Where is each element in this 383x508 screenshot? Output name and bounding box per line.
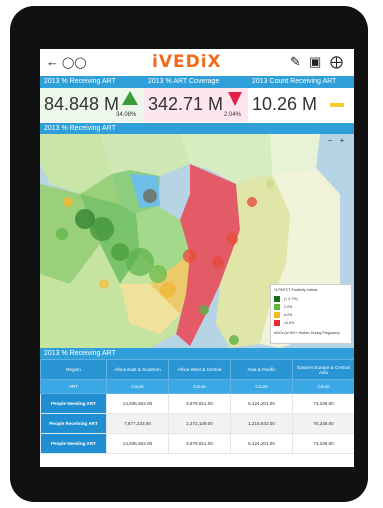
row-label: People Receiving ART: [40, 413, 107, 434]
table-row[interactable]: People Receiving ART 7,677,233.00 1,272,…: [40, 413, 354, 434]
subheader-cell: Count: [230, 379, 293, 394]
data-table: Region Africa East & Southern Africa Wes…: [40, 359, 354, 454]
row-label: People Needing ART: [40, 393, 107, 414]
table-title: 2013 % Receiving ART: [40, 348, 354, 359]
table-cell: 4,979,921.00: [168, 393, 231, 414]
table-corner: Region: [40, 359, 107, 380]
table-row[interactable]: People Needing ART 14,935,502.00 4,979,9…: [40, 433, 354, 454]
column-header[interactable]: Africa West & Central: [168, 359, 231, 380]
subheader-cell: Count: [292, 379, 354, 394]
table-header-row: Region Africa East & Southern Africa Wes…: [40, 359, 354, 380]
kpi-card-art-coverage[interactable]: 342.71 M 2.04%: [144, 88, 248, 122]
table-cell: 1,215,642.00: [230, 413, 293, 434]
table-cell: 14,935,502.00: [106, 433, 169, 454]
app-header: ← ◯◯ iVEDiX ✎ ▣ ⨁: [40, 49, 354, 77]
table-cell: 73,239.00: [292, 433, 354, 454]
table-cell: 4,979,921.00: [168, 433, 231, 454]
zoom-in-button[interactable]: +: [338, 137, 346, 145]
app-screen: ← ◯◯ iVEDiX ✎ ▣ ⨁ 2013 % Receiving ART 2…: [40, 49, 354, 467]
settings-icon[interactable]: ⨁: [330, 54, 343, 70]
arrow-up-icon: [122, 91, 138, 105]
table-cell: 1,272,139.00: [168, 413, 231, 434]
column-header[interactable]: Eastern Europe & Central Asia: [292, 359, 354, 380]
map-legend: % PMTCT Positivity Infants (< 2.7%) 2.0%…: [270, 284, 352, 344]
app-logo: iVEDiX: [152, 52, 222, 72]
legend-item: (< 2.7%): [274, 296, 350, 303]
kpi-delta: 34.08%: [116, 112, 137, 118]
zoom-out-button[interactable]: −: [326, 137, 334, 145]
legend-item: 10.0%: [274, 320, 350, 327]
flat-trend-icon: [330, 103, 344, 107]
pencil-icon[interactable]: ✎: [290, 54, 301, 70]
map-title: 2013 % Receiving ART: [40, 123, 354, 134]
kpi-title-receiving-art: 2013 % Receiving ART: [40, 76, 144, 88]
table-cell: 5,124,201.00: [230, 393, 293, 414]
legend-title: % PMTCT Positivity Infants: [274, 288, 318, 292]
legend-item: 2.0%: [274, 304, 350, 311]
table-row[interactable]: People Needing ART 14,935,502.00 4,979,9…: [40, 393, 354, 414]
table-cell: 5,124,201.00: [230, 433, 293, 454]
kpi-value: 10.26 M: [252, 94, 318, 114]
table-subheader-row: ART Count Count Count Count: [40, 379, 354, 394]
legend-item: 6.0%: [274, 312, 350, 319]
legend-swatch: [274, 296, 280, 302]
kpi-delta: 2.04%: [224, 112, 242, 118]
subheader-cell: Count: [106, 379, 169, 394]
kpi-title-count-receiving: 2013 Count Receiving ART: [248, 76, 354, 88]
column-header[interactable]: Africa East & Southern: [106, 359, 169, 380]
legend-swatch: [274, 312, 280, 318]
table-subcorner: ART: [40, 379, 107, 394]
legend-swatch: [274, 320, 280, 326]
binoculars-icon[interactable]: ◯◯: [62, 56, 87, 69]
column-header[interactable]: Asia & Pacific: [230, 359, 293, 380]
arrow-down-icon: [228, 92, 242, 106]
row-label: People Needing ART: [40, 433, 107, 454]
kpi-card-count-receiving[interactable]: 10.26 M: [248, 88, 354, 122]
table-cell: 73,239.00: [292, 393, 354, 414]
table-cell: 7,677,233.00: [106, 413, 169, 434]
table-cell: 14,935,502.00: [106, 393, 169, 414]
kpi-card-receiving-art[interactable]: 84.848 M 34.08%: [40, 88, 144, 122]
back-arrow-icon[interactable]: ←: [46, 54, 59, 69]
kpi-title-art-coverage: 2013 % ART Coverage: [144, 76, 248, 88]
kpi-value: 84.848 M: [44, 94, 120, 114]
legend-swatch: [274, 304, 280, 310]
table-cell: 75,348.00: [292, 413, 354, 434]
kpi-value: 342.71 M: [148, 94, 224, 114]
choropleth-map[interactable]: − + % PMTCT Positivity Infants (< 2.7%) …: [40, 134, 354, 348]
legend-footer: ANCs (to HIV+ Mother During Pregnancy: [274, 331, 340, 335]
subheader-cell: Count: [168, 379, 231, 394]
camera-icon[interactable]: ▣: [309, 54, 321, 70]
